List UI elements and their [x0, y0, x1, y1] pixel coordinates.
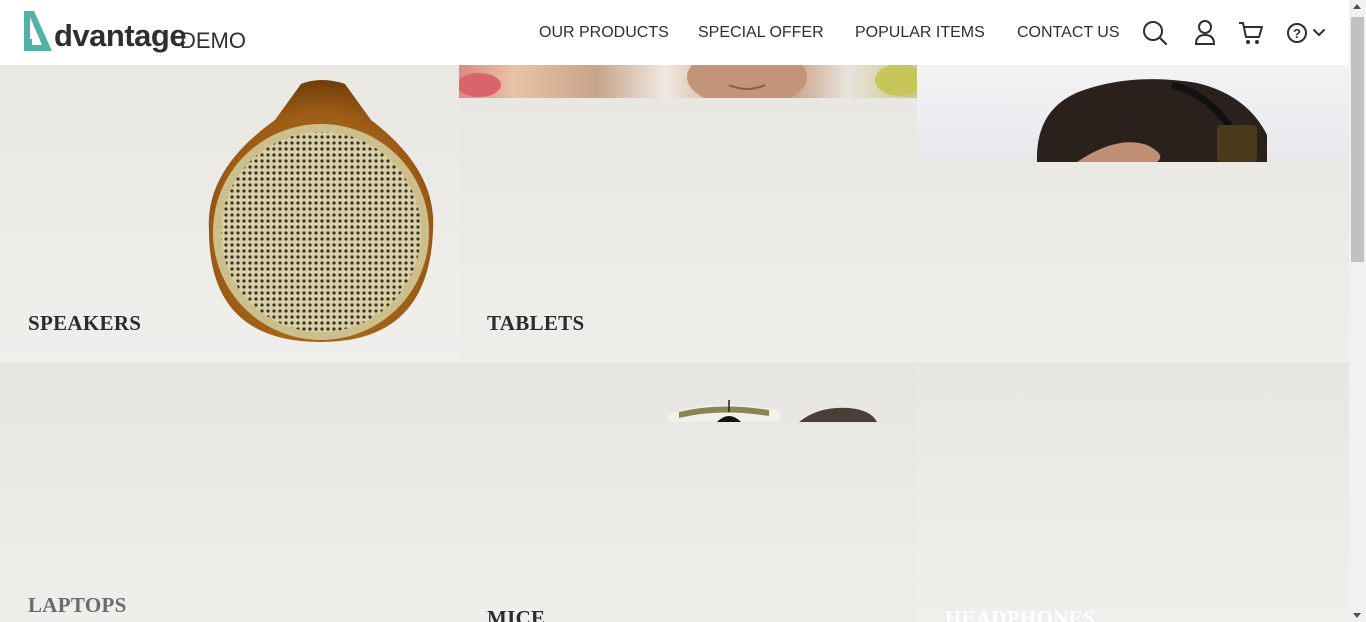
headphone-model-image — [1036, 79, 1267, 162]
category-label-mice: MICE — [487, 606, 546, 622]
category-label-headphones: HEADPHONES — [945, 606, 1096, 622]
nav-popular-items[interactable]: POPULAR ITEMS — [855, 24, 985, 42]
scroll-thumb[interactable] — [1351, 17, 1364, 262]
nav-contact-us[interactable]: CONTACT US — [1017, 24, 1120, 42]
face-photo-image — [459, 65, 917, 98]
scroll-down-arrow-icon[interactable] — [1353, 613, 1361, 618]
logo-word: dvantage — [54, 18, 187, 53]
svg-text:?: ? — [1293, 26, 1301, 41]
user-icon[interactable] — [1194, 19, 1216, 47]
cart-icon[interactable] — [1238, 19, 1264, 47]
banner-photo-headphones — [917, 65, 1349, 162]
advantage-logo-icon — [24, 11, 52, 51]
category-label-speakers: SPEAKERS — [28, 311, 142, 335]
scroll-up-arrow-icon[interactable] — [1353, 4, 1361, 9]
search-icon[interactable] — [1142, 19, 1168, 47]
nav-our-products[interactable]: OUR PRODUCTS — [539, 24, 669, 42]
help-icon[interactable]: ? — [1286, 19, 1310, 47]
category-speakers[interactable]: SPEAKERS — [0, 65, 459, 362]
category-mice[interactable]: MICE — [459, 362, 917, 622]
chevron-down-icon[interactable] — [1312, 19, 1326, 47]
speaker-image — [208, 80, 434, 342]
page-scrollbar[interactable] — [1349, 0, 1366, 622]
nav-special-offer[interactable]: SPECIAL OFFER — [698, 24, 824, 42]
category-label-tablets: TABLETS — [487, 311, 585, 335]
category-headphones[interactable]: HEADPHONES — [917, 362, 1349, 622]
banner-photo-face — [459, 65, 917, 98]
top-header: dvantage DEMO OUR PRODUCTS SPECIAL OFFER… — [0, 0, 1349, 65]
category-label-laptops: LAPTOPS — [28, 593, 127, 617]
logo-demo: DEMO — [180, 28, 246, 53]
category-laptops[interactable]: LAPTOPS — [0, 362, 459, 622]
mouse-image — [669, 400, 877, 422]
